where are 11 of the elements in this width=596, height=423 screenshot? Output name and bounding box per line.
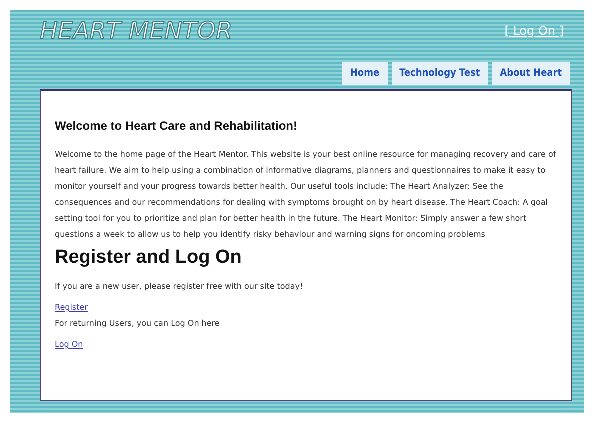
nav-tab[interactable]: Home [342, 62, 388, 85]
nav-tab[interactable]: About Heart [492, 62, 570, 85]
returning-user-text: For returning Users, you can Log On here [55, 318, 221, 330]
new-user-text: If you are a new user, please register free with our site today! [55, 281, 304, 293]
register-heading: Register and Log On [55, 247, 243, 269]
login-link[interactable]: Log On [55, 340, 84, 349]
welcome-heading: Welcome to Heart Care and Rehabilitation! [55, 119, 298, 133]
site-logo: HEART MENTOR [40, 17, 233, 45]
register-link[interactable]: Register [55, 303, 88, 312]
nav-tab[interactable]: Technology Test [392, 62, 488, 85]
intro-paragraph: Welcome to the home page of the Heart Mentor. This website is your best online resource for managing recovery and care of heart failure. We aim to help using a combination of informative diagrams, planners and questionnaires to make it easy to monitor yourself and your progress towards better health. Our useful tools include: The Heart Analyzer: See the consequences and our recommendations for dealing with symptoms brought on by heart disease. The Heart Coach: A goal setting tool for you to prioritize and plan for better health in the future. The Heart Monitor: Simply answer a few short questions a week to allow us to help you identify risky behaviour and warning signs for oncoming problems [55, 149, 557, 241]
